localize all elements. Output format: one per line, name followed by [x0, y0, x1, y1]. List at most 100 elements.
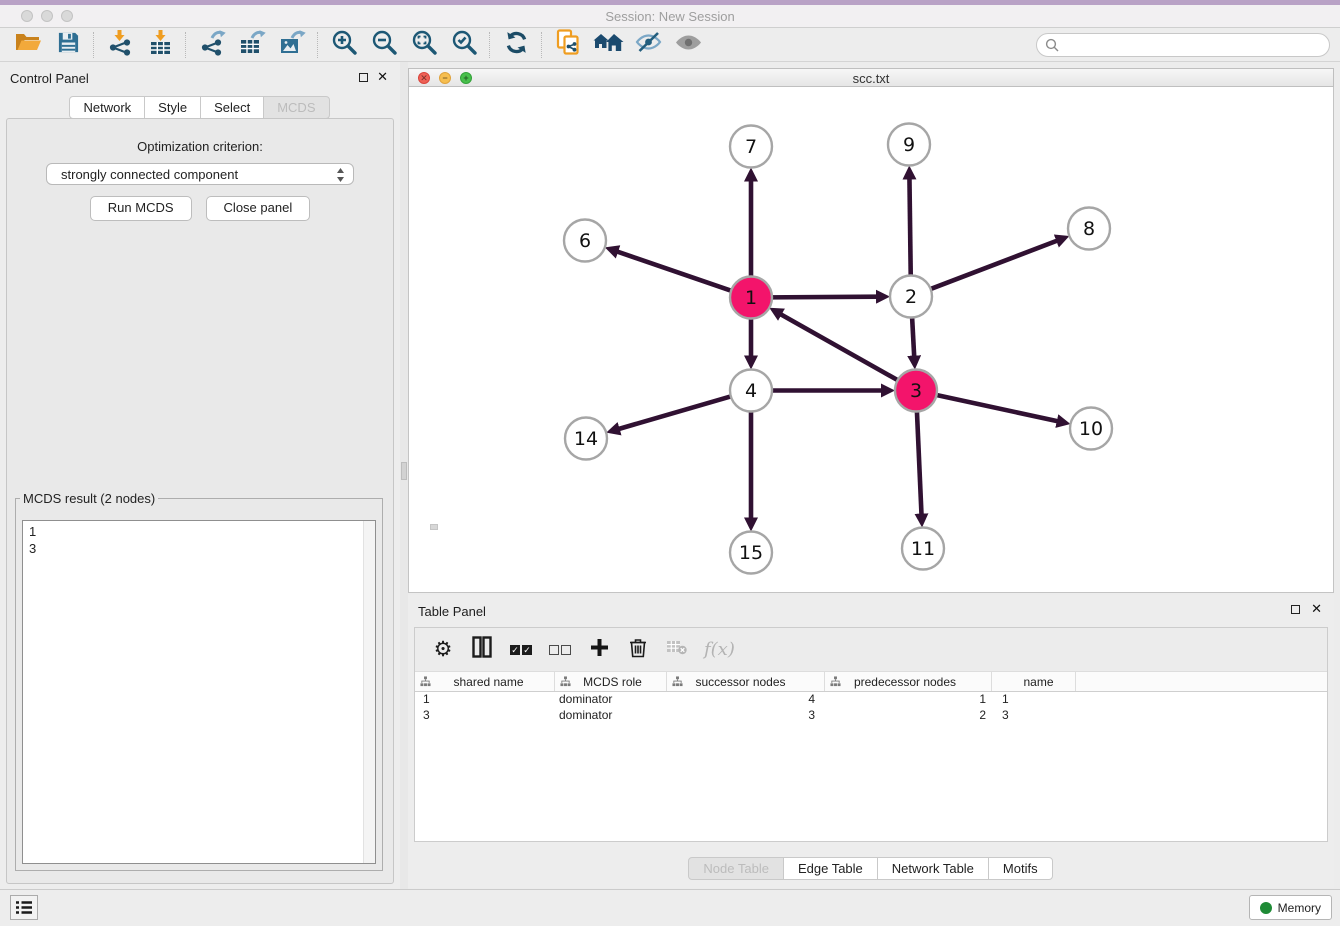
zoom-out-button[interactable] — [364, 30, 404, 60]
tab-edge-table[interactable]: Edge Table — [783, 857, 878, 880]
delete-columns-button[interactable] — [626, 636, 650, 664]
table-cell: 1 — [415, 691, 555, 707]
node-8[interactable]: 8 — [1068, 208, 1110, 250]
import-network-button[interactable] — [100, 30, 140, 60]
node-11[interactable]: 11 — [902, 528, 944, 570]
refresh-layout-button[interactable] — [496, 30, 536, 60]
eye-slash-icon — [635, 30, 662, 59]
unchecked-box-icon — [561, 645, 571, 655]
node-9[interactable]: 9 — [888, 124, 930, 166]
column-header-shared-name[interactable]: shared name — [415, 672, 555, 691]
open-session-button[interactable] — [8, 30, 48, 60]
column-header-mcds-role[interactable]: MCDS role — [555, 672, 667, 691]
edge-1-2[interactable] — [769, 297, 877, 298]
export-image-button[interactable] — [272, 30, 312, 60]
show-view-button[interactable] — [668, 30, 708, 60]
search-input[interactable] — [1063, 35, 1321, 55]
column-header-name[interactable]: name — [992, 672, 1076, 691]
network-window-titlebar[interactable]: ✕ − + scc.txt — [408, 68, 1334, 87]
export-table-button[interactable] — [232, 30, 272, 60]
result-line: 1 — [29, 523, 375, 540]
edge-1-6[interactable] — [617, 252, 734, 292]
table-cell-filler — [1076, 691, 1327, 707]
memory-button[interactable]: Memory — [1249, 895, 1332, 920]
tab-mcds[interactable]: MCDS — [263, 96, 329, 119]
edge-4-14[interactable] — [619, 396, 734, 429]
node-14[interactable]: 14 — [565, 418, 607, 460]
table-panel-title: Table Panel — [418, 604, 486, 619]
node-3[interactable]: 3 — [895, 370, 937, 412]
splitter-grip[interactable] — [401, 462, 407, 480]
tab-network-table[interactable]: Network Table — [877, 857, 989, 880]
svg-text:11: 11 — [911, 538, 935, 560]
optimization-criterion-select[interactable]: strongly connected component — [46, 163, 354, 185]
import-table-button[interactable] — [140, 30, 180, 60]
edge-2-9[interactable] — [909, 178, 910, 278]
tab-node-table[interactable]: Node Table — [688, 857, 784, 880]
network-view-window: ✕ − + scc.txt 7 9 6 8 1 2 4 3 14 10 15 11 — [408, 68, 1334, 593]
mcds-result-textarea[interactable]: 1 3 — [22, 520, 376, 864]
edge-2-8[interactable] — [928, 241, 1057, 290]
svg-text:4: 4 — [745, 380, 757, 402]
network-canvas[interactable]: 7 9 6 8 1 2 4 3 14 10 15 11 — [408, 87, 1334, 593]
node-2[interactable]: 2 — [890, 276, 932, 318]
run-mcds-button[interactable]: Run MCDS — [90, 196, 192, 221]
search-box[interactable] — [1036, 33, 1330, 57]
function-builder-button[interactable]: f(x) — [704, 636, 735, 664]
show-columns-button[interactable] — [470, 636, 494, 664]
horizontal-splitter-grip[interactable] — [430, 524, 438, 530]
delete-table-icon — [666, 639, 688, 660]
float-panel-icon[interactable] — [1291, 605, 1300, 614]
table-options-button[interactable]: ⚙ — [431, 636, 455, 664]
toolbar-separator — [489, 32, 491, 58]
result-scrollbar[interactable] — [363, 521, 375, 863]
svg-text:9: 9 — [903, 134, 915, 156]
table-cell: 1 — [992, 691, 1076, 707]
task-history-button[interactable] — [10, 895, 38, 920]
node-6[interactable]: 6 — [564, 220, 606, 262]
close-panel-icon[interactable]: ✕ — [1311, 601, 1322, 617]
tab-network[interactable]: Network — [69, 96, 145, 119]
toolbar-separator — [541, 32, 543, 58]
node-10[interactable]: 10 — [1070, 408, 1112, 450]
edge-3-10[interactable] — [934, 394, 1058, 421]
zoom-selected-button[interactable] — [444, 30, 484, 60]
column-header-successor-nodes[interactable]: successor nodes — [667, 672, 825, 691]
unselect-all-columns-button[interactable] — [548, 636, 572, 664]
vertical-splitter[interactable] — [400, 62, 408, 890]
float-panel-icon[interactable] — [359, 73, 368, 82]
export-network-button[interactable] — [192, 30, 232, 60]
svg-text:14: 14 — [574, 428, 598, 450]
node-table-header: shared name MCDS role successor nodes pr… — [415, 672, 1327, 692]
table-row[interactable]: 1dominator411 — [415, 691, 1327, 707]
node-1[interactable]: 1 — [730, 277, 772, 319]
zoom-fit-button[interactable] — [404, 30, 444, 60]
table-panel: Table Panel ✕ ⚙ ✓✓ — [408, 595, 1334, 888]
save-session-button[interactable] — [48, 30, 88, 60]
home-button[interactable] — [588, 30, 628, 60]
close-panel-button[interactable]: Close panel — [206, 196, 311, 221]
node-4[interactable]: 4 — [730, 370, 772, 412]
delete-table-button[interactable] — [665, 636, 689, 664]
node-15[interactable]: 15 — [730, 532, 772, 574]
hide-view-button[interactable] — [628, 30, 668, 60]
column-header-predecessor-nodes[interactable]: predecessor nodes — [825, 672, 992, 691]
clone-network-button[interactable] — [548, 30, 588, 60]
edge-3-1[interactable] — [781, 314, 901, 381]
edge-2-3[interactable] — [912, 314, 914, 356]
zoom-in-button[interactable] — [324, 30, 364, 60]
table-row[interactable]: 3dominator323 — [415, 707, 1327, 723]
select-all-columns-button[interactable]: ✓✓ — [509, 636, 533, 664]
close-panel-icon[interactable]: ✕ — [377, 69, 388, 85]
network-graph[interactable]: 7 9 6 8 1 2 4 3 14 10 15 11 — [409, 87, 1333, 592]
edge-3-11[interactable] — [917, 408, 922, 514]
tab-motifs[interactable]: Motifs — [988, 857, 1053, 880]
svg-text:1: 1 — [745, 287, 757, 309]
tab-style[interactable]: Style — [144, 96, 201, 119]
tab-select[interactable]: Select — [200, 96, 264, 119]
add-column-button[interactable] — [587, 636, 611, 664]
toolbar-separator — [317, 32, 319, 58]
unchecked-box-icon — [549, 645, 559, 655]
node-7[interactable]: 7 — [730, 126, 772, 168]
main-titlebar[interactable]: Session: New Session — [0, 5, 1340, 28]
